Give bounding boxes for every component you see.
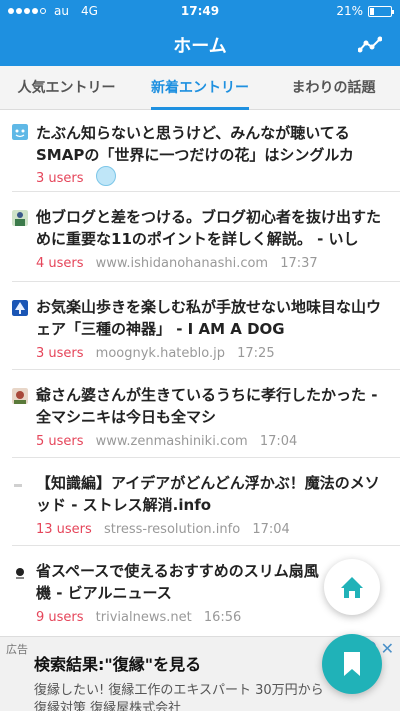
entry-title: 爺さん婆さんが生きているうちに孝行したかった - 全マシニキは今日も全マシ [36,386,378,426]
entry-title: 他ブログと差をつける。ブログ初心者を抜け出すために重要な11のポイントを詳しく解… [36,208,382,248]
user-count: 3 users [36,346,84,361]
entry-time: 17:04 [259,434,298,449]
entry-domain: moognyk.hateblo.jp [95,346,225,361]
tab-nearby[interactable]: まわりの話題 [267,66,400,110]
list-item[interactable]: お気楽山歩きを楽しむ私が手放せない地味目な山ウェア「三種の神器」 - I AM … [0,282,400,370]
tab-new[interactable]: 新着エントリー [133,66,267,110]
tab-label: 人気エントリー [17,80,116,96]
entry-time: 16:56 [203,610,242,625]
graph-icon[interactable] [358,36,382,54]
entry-title: たぶん知らないと思うけど、みんなが聴いてるSMAPの「世界に一つだけの花」はシン… [36,124,354,164]
user-count: 13 users [36,522,92,537]
tab-popular[interactable]: 人気エントリー [0,66,133,110]
tab-bar: 人気エントリー 新着エントリー まわりの話題 [0,66,400,110]
blue-face-icon [12,124,28,140]
list-item[interactable]: たぶん知らないと思うけど、みんなが聴いてるSMAPの「世界に一つだけの花」はシン… [0,110,400,192]
entry-meta: 13 users stress-resolution.info 17:04 [36,522,290,537]
tab-label: 新着エントリー [151,80,249,96]
entry-title: お気楽山歩きを楽しむ私が手放せない地味目な山ウェア「三種の神器」 - I AM … [36,298,382,338]
pin-icon [16,568,24,579]
user-avatar-icon [95,166,116,186]
entry-meta: 9 users trivialnews.net 16:56 [36,610,241,625]
entry-domain: stress-resolution.info [103,522,241,537]
entry-meta: 5 users www.zenmashiniki.com 17:04 [36,434,297,449]
close-icon[interactable]: ✕ [381,639,394,658]
avatar-icon [12,388,28,404]
ad-label: 広告 [6,643,28,656]
battery-percent: 21% [336,4,363,18]
bookmark-button[interactable] [322,634,382,694]
entry-meta: 4 users www.ishidanohanashi.com 17:37 [36,256,318,271]
home-icon [341,577,363,598]
entry-time: 17:37 [280,256,318,271]
tree-icon [12,300,28,316]
user-count: 5 users [36,434,84,449]
entry-meta: 3 users [36,166,116,188]
entry-time: 17:25 [237,346,275,361]
list-item[interactable]: 爺さん婆さんが生きているうちに孝行したかった - 全マシニキは今日も全マシ 5 … [0,370,400,458]
battery-icon [368,5,394,17]
app-header: au 4G 17:49 21% ホーム [0,0,400,66]
page-title: ホーム [173,36,227,57]
user-count: 9 users [36,610,84,625]
ad-title[interactable]: 検索結果:"復縁"を見る [34,651,201,675]
entry-title: 省スペースで使えるおすすめのスリム扇風機 - ビアルニュース [36,562,319,602]
list-item[interactable]: 他ブログと差をつける。ブログ初心者を抜け出すために重要な11のポイントを詳しく解… [0,192,400,282]
ad-description: 復縁したい! 復縁工作のエキスパート 30万円から [34,683,324,698]
site-icon [14,484,22,487]
home-button[interactable] [324,559,380,615]
user-count: 4 users [36,256,84,271]
entry-title: 【知識編】アイデアがどんどん浮かぶ！魔法のメソッド - ストレス解消.info [36,474,380,514]
entry-domain: www.zenmashiniki.com [95,434,248,449]
entry-meta: 3 users moognyk.hateblo.jp 17:25 [36,346,275,361]
list-item[interactable]: 【知識編】アイデアがどんどん浮かぶ！魔法のメソッド - ストレス解消.info … [0,458,400,546]
ad-advertiser: 復縁対策 復縁屋株式会社 [34,701,182,711]
tab-label: まわりの話題 [291,80,376,96]
user-count: 3 users [36,170,84,186]
person-icon [12,210,28,226]
entry-time: 17:04 [252,522,290,537]
entry-domain: trivialnews.net [95,610,192,625]
status-bar: au 4G 17:49 21% [0,0,400,22]
entry-domain: www.ishidanohanashi.com [95,256,269,271]
bookmark-icon [344,652,360,676]
